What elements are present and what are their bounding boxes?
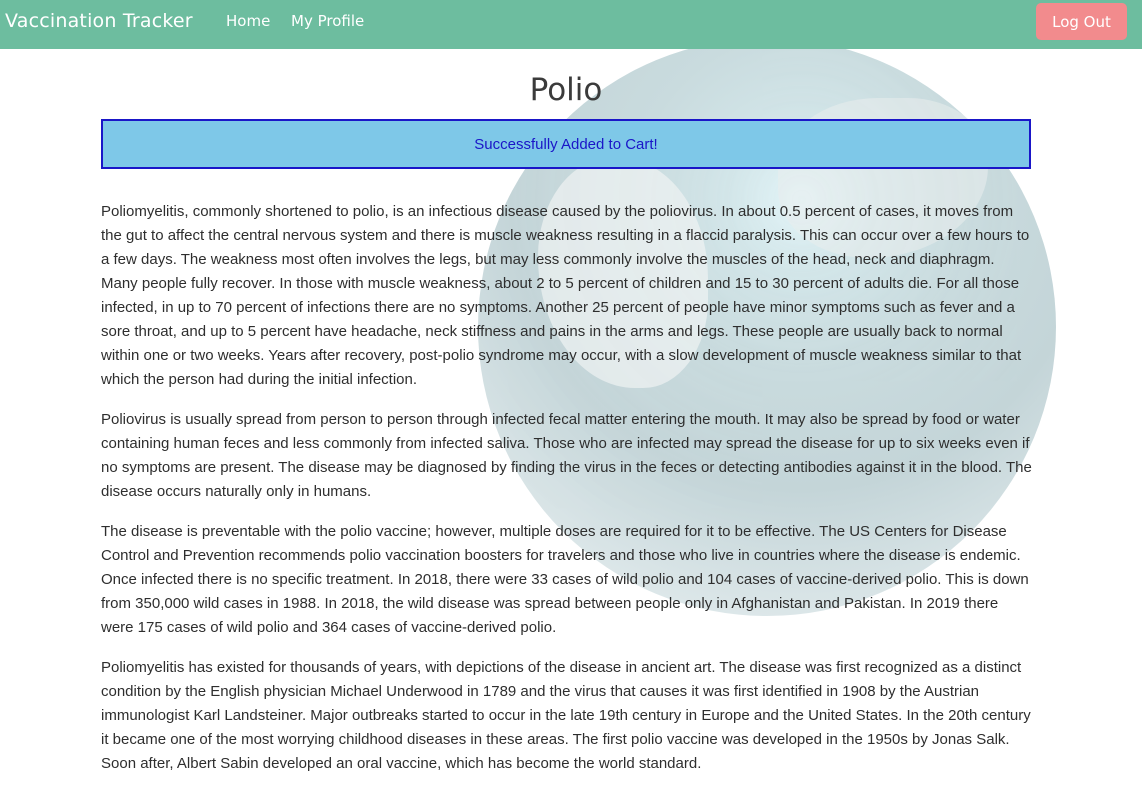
article-paragraph: Poliomyelitis has existed for thousands … <box>101 659 1031 772</box>
page-title: Polio <box>529 72 603 108</box>
success-alert: Successfully Added to Cart! <box>101 119 1031 169</box>
nav-link-my-profile[interactable]: My Profile <box>291 12 364 30</box>
top-navbar: Vaccination Tracker Home My Profile Log … <box>0 0 1142 49</box>
nav-link-home[interactable]: Home <box>226 12 270 30</box>
article-content: Poliomyelitis, commonly shortened to pol… <box>101 200 1032 792</box>
logout-button[interactable]: Log Out <box>1036 3 1127 40</box>
article-paragraph: Poliomyelitis, commonly shortened to pol… <box>101 203 1030 388</box>
brand-title[interactable]: Vaccination Tracker <box>5 10 193 32</box>
article-paragraph: Poliovirus is usually spread from person… <box>101 411 1032 500</box>
article-paragraph: The disease is preventable with the poli… <box>101 523 1029 636</box>
